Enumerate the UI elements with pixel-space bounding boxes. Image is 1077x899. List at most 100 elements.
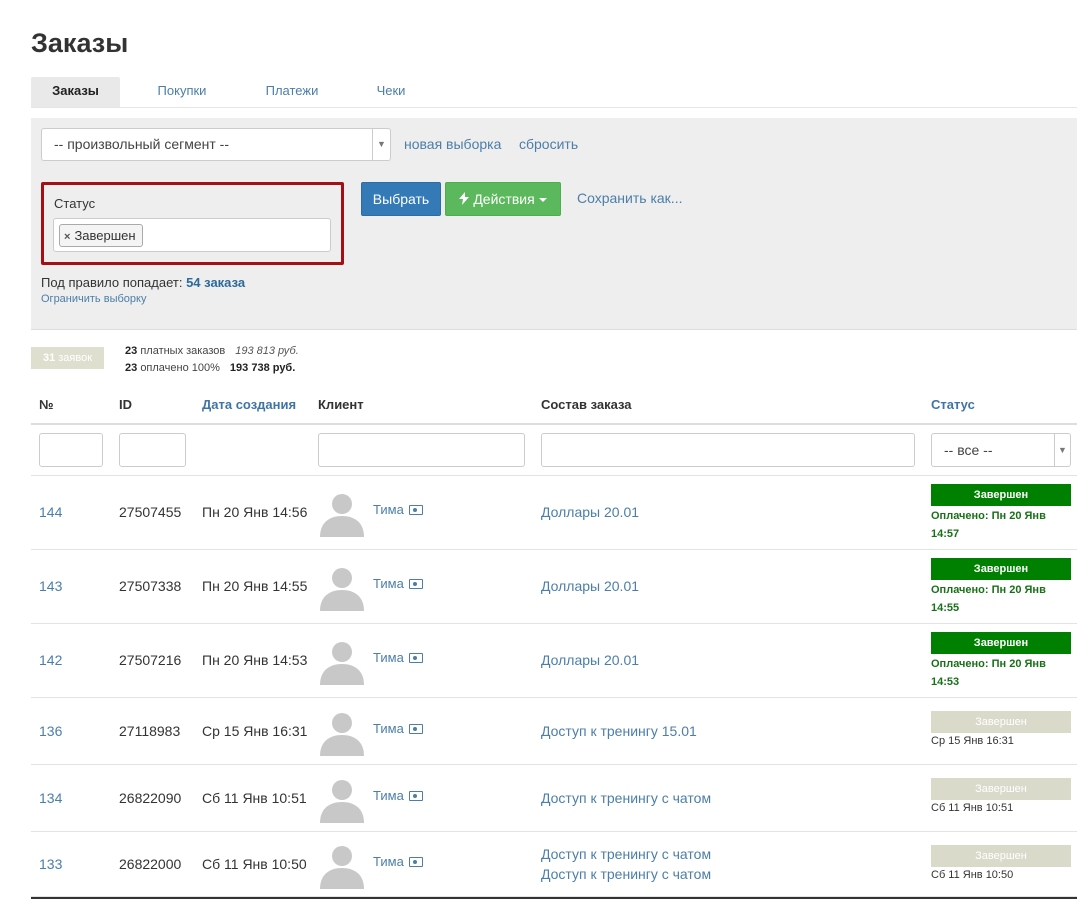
avatar[interactable] <box>318 563 366 611</box>
order-number-link[interactable]: 142 <box>39 652 62 668</box>
order-date: Пн 20 Янв 14:53 <box>202 652 308 668</box>
order-id: 27118983 <box>119 723 181 739</box>
remove-tag-icon[interactable]: × <box>64 231 70 243</box>
money-icon <box>408 505 423 515</box>
money-icon <box>408 653 423 663</box>
order-item-link[interactable]: Доступ к тренингу 15.01 <box>541 723 697 739</box>
order-item-link[interactable]: Доступ к тренингу с чатом <box>541 866 711 882</box>
col-header-date[interactable]: Дата создания <box>202 397 296 412</box>
order-number-link[interactable]: 144 <box>39 504 62 520</box>
order-item-link[interactable]: Доступ к тренингу с чатом <box>541 846 711 862</box>
col-header-status[interactable]: Статус <box>931 397 975 412</box>
client-link[interactable]: Тима <box>373 788 423 803</box>
filter-panel: -- произвольный сегмент -- ▼ новая выбор… <box>31 118 1077 330</box>
avatar[interactable] <box>318 489 366 537</box>
order-date: Сб 11 Янв 10:51 <box>202 790 307 806</box>
save-as-link[interactable]: Сохранить как... <box>577 190 682 206</box>
order-id: 27507216 <box>119 652 182 668</box>
segment-select-value: -- произвольный сегмент -- <box>54 136 229 152</box>
status-date: Ср 15 Янв 16:31 <box>931 735 1014 747</box>
avatar[interactable] <box>318 775 366 823</box>
order-id: 27507455 <box>119 504 182 520</box>
payment-info: Оплачено: Пн 20 Янв 14:55 <box>931 584 1046 614</box>
status-badge: Завершен <box>931 711 1071 733</box>
avatar[interactable] <box>318 841 366 889</box>
rule-count[interactable]: 54 заказа <box>186 275 245 290</box>
status-badge: Завершен <box>931 632 1071 654</box>
segment-select[interactable]: -- произвольный сегмент -- ▼ <box>41 128 391 161</box>
order-id: 27507338 <box>119 578 182 594</box>
paid-sum: 193 738 руб. <box>229 362 296 374</box>
table-row[interactable]: 133 26822000 Сб 11 Янв 10:50 Тима Доступ к т… <box>31 832 1077 897</box>
new-selection-link[interactable]: новая выборка <box>404 136 501 152</box>
status-badge: Завершен <box>931 484 1071 506</box>
client-name: Тима <box>373 854 404 869</box>
select-button[interactable]: Выбрать <box>361 182 441 216</box>
order-date: Сб 11 Янв 10:50 <box>202 856 307 872</box>
rule-count-text: Под правило попадает: 54 заказа <box>41 275 245 290</box>
requests-badge: 31 заявок <box>31 347 104 369</box>
order-filter-input[interactable] <box>541 433 915 467</box>
order-number-link[interactable]: 133 <box>39 856 62 872</box>
money-icon <box>408 724 423 734</box>
client-link[interactable]: Тима <box>373 854 423 869</box>
client-link[interactable]: Тима <box>373 576 423 591</box>
money-icon <box>408 579 423 589</box>
money-icon <box>408 857 423 867</box>
status-date: Сб 11 Янв 10:50 <box>931 869 1014 881</box>
client-name: Тима <box>373 650 404 665</box>
tab-payments[interactable]: Платежи <box>251 77 333 107</box>
paid-count: 23 <box>125 362 138 374</box>
actions-button-label: Действия <box>473 191 535 207</box>
order-item-link[interactable]: Доступ к тренингу с чатом <box>541 790 711 806</box>
client-link[interactable]: Тима <box>373 721 423 736</box>
order-number-link[interactable]: 134 <box>39 790 62 806</box>
limit-selection-link[interactable]: Ограничить выборку <box>41 293 146 305</box>
order-number-link[interactable]: 143 <box>39 578 62 594</box>
order-item-link[interactable]: Доллары 20.01 <box>541 504 639 520</box>
tab-purchases[interactable]: Покупки <box>141 77 223 107</box>
col-header-client: Клиент <box>318 397 364 412</box>
chevron-down-icon[interactable]: ▼ <box>1054 434 1070 466</box>
caret-down-icon <box>538 198 547 203</box>
order-item-link[interactable]: Доллары 20.01 <box>541 578 639 594</box>
lightning-icon <box>459 192 470 205</box>
status-filter-label: Статус <box>54 196 96 211</box>
client-name: Тима <box>373 576 404 591</box>
col-header-num: № <box>39 397 54 412</box>
client-name: Тима <box>373 502 404 517</box>
num-filter-input[interactable] <box>39 433 103 467</box>
order-date: Пн 20 Янв 14:56 <box>202 504 308 520</box>
order-item-link[interactable]: Доллары 20.01 <box>541 652 639 668</box>
status-filter-select[interactable]: -- все -- ▼ <box>931 433 1071 467</box>
reset-link[interactable]: сбросить <box>519 136 578 152</box>
table-row[interactable]: 143 27507338 Пн 20 Янв 14:55 Тима Доллары 20… <box>31 550 1077 624</box>
table-row[interactable]: 134 26822090 Сб 11 Янв 10:51 Тима Доступ к т… <box>31 765 1077 832</box>
tab-orders[interactable]: Заказы <box>31 77 120 107</box>
client-name: Тима <box>373 721 404 736</box>
tabs-bar: Заказы Покупки Платежи Чеки <box>31 77 1077 108</box>
table-row[interactable]: 142 27507216 Пн 20 Янв 14:53 Тима Доллары 20… <box>31 624 1077 698</box>
actions-button[interactable]: Действия <box>445 182 561 216</box>
avatar[interactable] <box>318 708 366 756</box>
status-tag-label: Завершен <box>74 228 136 243</box>
client-link[interactable]: Тима <box>373 650 423 665</box>
client-filter-input[interactable] <box>318 433 525 467</box>
avatar[interactable] <box>318 637 366 685</box>
order-date: Пн 20 Янв 14:55 <box>202 578 308 594</box>
tab-receipts[interactable]: Чеки <box>361 77 421 107</box>
status-filter-input[interactable]: × Завершен <box>53 218 331 252</box>
rule-prefix: Под правило попадает: <box>41 275 183 290</box>
order-id: 26822090 <box>119 790 182 806</box>
id-filter-input[interactable] <box>119 433 186 467</box>
client-link[interactable]: Тима <box>373 502 423 517</box>
status-tag: × Завершен <box>59 224 143 247</box>
order-date: Ср 15 Янв 16:31 <box>202 723 308 739</box>
chevron-down-icon[interactable]: ▼ <box>372 129 390 160</box>
table-row[interactable]: 136 27118983 Ср 15 Янв 16:31 Тима Доступ к т… <box>31 698 1077 765</box>
col-header-order: Состав заказа <box>541 397 632 412</box>
paid-label: оплачено 100% <box>140 362 220 374</box>
order-number-link[interactable]: 136 <box>39 723 62 739</box>
table-row[interactable]: 144 27507455 Пн 20 Янв 14:56 Тима Доллары 20… <box>31 476 1077 550</box>
paid-orders-sum: 193 813 руб. <box>235 345 299 357</box>
